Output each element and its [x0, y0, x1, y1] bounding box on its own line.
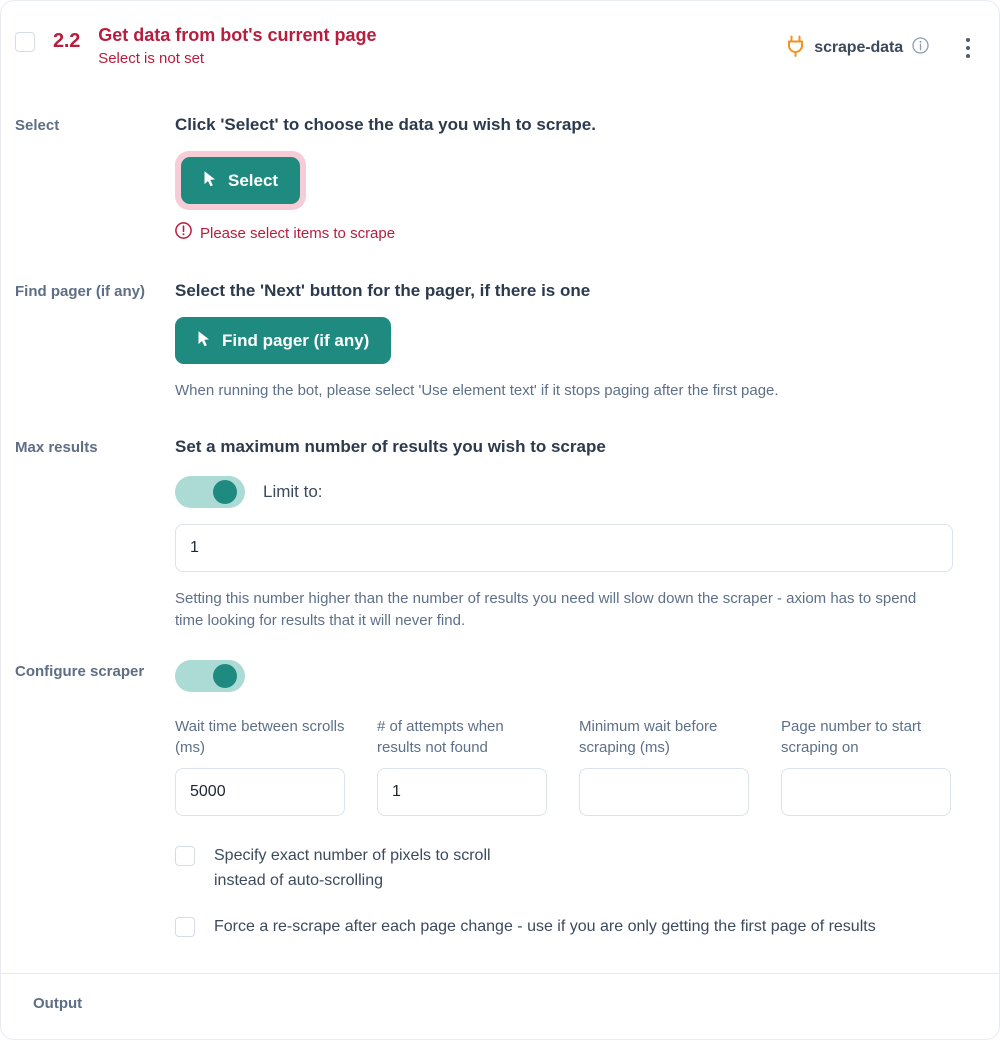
select-button-highlight: Select [175, 151, 307, 211]
max-results-label: Max results [15, 438, 98, 456]
page-title: Get data from bot's current page [98, 25, 377, 45]
step-enable-checkbox[interactable] [15, 32, 35, 52]
kebab-dot [966, 54, 970, 58]
find-pager-button[interactable]: Find pager (if any) [175, 317, 392, 365]
scraper-field: Wait time between scrolls (ms) [175, 716, 345, 816]
toggle-knob [213, 480, 237, 505]
option-specify-pixels-label: Specify exact number of pixels to scroll… [214, 846, 491, 889]
select-button[interactable]: Select [181, 157, 301, 205]
scraper-field: Page number to start scraping on [781, 716, 951, 816]
max-results-heading: Set a maximum number of results you wish… [175, 436, 606, 456]
configure-scraper-section: Configure scraper Wait time between scro… [1, 659, 999, 940]
find-pager-button-label: Find pager (if any) [222, 331, 370, 351]
max-results-section: Max results Set a maximum number of resu… [1, 436, 999, 632]
page-number-to-start-input[interactable] [781, 767, 951, 816]
option-force-rescrape-label: Force a re-scrape after each page change… [214, 918, 876, 936]
alert-circle-icon [175, 222, 192, 244]
kebab-dot [966, 46, 970, 50]
scraper-field-grid: Wait time between scrolls (ms) # of atte… [175, 716, 981, 816]
limit-value-input[interactable] [175, 524, 953, 573]
toggle-knob [213, 663, 237, 688]
output-section-label: Output [33, 995, 83, 1013]
wait-time-between-scrolls-input[interactable] [175, 767, 345, 816]
integration-name: scrape-data [814, 39, 903, 56]
minimum-wait-before-scraping-input[interactable] [579, 767, 749, 816]
limit-toggle-label: Limit to: [263, 482, 323, 502]
select-error-message: Please select items to scrape [175, 222, 981, 244]
limit-results-toggle[interactable] [175, 476, 245, 509]
select-error-text: Please select items to scrape [200, 224, 396, 242]
pager-section: Find pager (if any) Select the 'Next' bu… [1, 280, 999, 402]
select-button-label: Select [228, 171, 279, 191]
scraper-field: Minimum wait before scraping (ms) [579, 716, 749, 816]
field-label-attempts: # of attempts when results not found [377, 717, 504, 756]
select-section-label: Select [15, 117, 60, 134]
field-label-start-page: Page number to start scraping on [781, 717, 922, 756]
option-force-rescrape-checkbox[interactable] [175, 917, 195, 938]
cursor-arrow-icon [203, 170, 217, 191]
plug-icon [786, 35, 805, 62]
step-status-subtitle: Select is not set [98, 50, 205, 68]
option-force-rescrape[interactable]: Force a re-scrape after each page change… [175, 914, 981, 939]
field-label-minimum-wait: Minimum wait before scraping (ms) [579, 717, 718, 756]
pager-section-heading: Select the 'Next' button for the pager, … [175, 281, 591, 301]
step-number: 2.2 [53, 30, 81, 52]
cursor-arrow-icon [197, 330, 211, 351]
configure-scraper-toggle[interactable] [175, 659, 245, 692]
scraper-field: # of attempts when results not found [377, 716, 547, 816]
attempts-when-not-found-input[interactable] [377, 767, 547, 816]
info-icon[interactable] [912, 37, 929, 59]
field-label-wait-time: Wait time between scrolls (ms) [175, 717, 345, 756]
pager-helper-text: When running the bot, please select 'Use… [175, 382, 779, 400]
pager-section-label: Find pager (if any) [15, 283, 146, 301]
header-titles: Get data from bot's current page Select … [98, 24, 786, 69]
configure-scraper-label: Configure scraper [15, 662, 145, 680]
option-specify-pixels[interactable]: Specify exact number of pixels to scroll… [175, 843, 981, 894]
kebab-menu-icon[interactable] [955, 33, 981, 63]
max-results-helper-text: Setting this number higher than the numb… [175, 590, 917, 629]
option-specify-pixels-checkbox[interactable] [175, 845, 195, 866]
header-right-group: scrape-data [786, 33, 981, 63]
select-section: Select Click 'Select' to choose the data… [1, 114, 999, 244]
kebab-dot [966, 38, 970, 42]
select-section-heading: Click 'Select' to choose the data you wi… [175, 115, 596, 134]
card-header: 2.2 Get data from bot's current page Sel… [1, 1, 999, 87]
step-card: 2.2 Get data from bot's current page Sel… [0, 0, 1000, 1040]
